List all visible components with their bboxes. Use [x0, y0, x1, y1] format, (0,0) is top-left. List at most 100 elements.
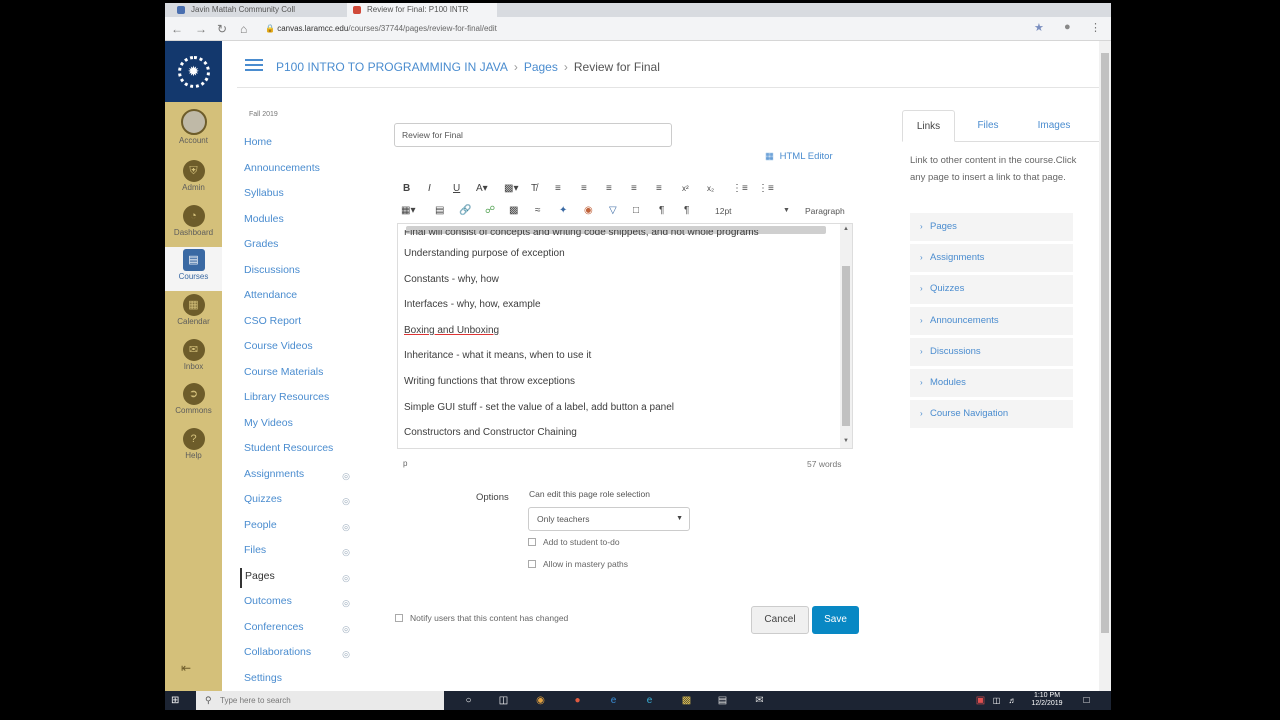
global-nav-commons[interactable]: ➲ Commons [165, 381, 222, 425]
lti-tool-icon[interactable]: ✦ [559, 203, 567, 219]
volume-icon[interactable]: ♬ [1005, 693, 1020, 708]
course-nav-item[interactable]: Conferences ◎ [240, 619, 360, 645]
url-field[interactable]: 🔒 canvas.laramcc.edu/courses/37744/pages… [265, 21, 1025, 37]
clear-formatting-icon[interactable]: T̸ [531, 181, 537, 197]
background-color-icon[interactable]: ▩▾ [504, 181, 518, 197]
notify-users-checkbox[interactable]: Notify users that this content has chang… [395, 613, 568, 623]
taskbar-clock[interactable]: 1:10 PM 12/2/2019 [1027, 692, 1067, 708]
ie-icon[interactable]: e [606, 693, 621, 708]
tray-app-icon[interactable]: ▣ [973, 693, 988, 708]
network-icon[interactable]: ◫ [989, 693, 1004, 708]
course-nav-item[interactable]: Modules [240, 211, 360, 237]
course-nav-item[interactable]: Course Videos [240, 338, 360, 364]
subscript-icon[interactable]: x₂ [707, 181, 714, 197]
breadcrumb-course[interactable]: P100 INTRO TO PROGRAMMING IN JAVA [276, 60, 508, 74]
course-nav-item[interactable]: Pages ◎ [240, 567, 360, 588]
course-nav-item[interactable]: Discussions [240, 262, 360, 288]
course-nav-item[interactable]: Announcements [240, 160, 360, 186]
course-nav-item[interactable]: CSO Report [240, 313, 360, 339]
windows-start-icon[interactable]: ⊞ [171, 695, 182, 706]
menu-dots-icon[interactable]: ⋮ [1090, 21, 1101, 34]
outdent-icon[interactable]: ≡ [631, 181, 637, 197]
global-nav-inbox[interactable]: ✉ Inbox [165, 337, 222, 381]
save-button[interactable]: Save [812, 606, 859, 634]
text-color-icon[interactable]: A▾ [476, 181, 488, 197]
indent-icon[interactable]: ≡ [656, 181, 662, 197]
page-scroll-thumb[interactable] [1101, 53, 1109, 633]
course-nav-item[interactable]: Files ◎ [240, 542, 360, 568]
numbered-list-icon[interactable]: ⋮≡ [758, 181, 774, 197]
task-view-icon[interactable]: ◫ [496, 693, 511, 708]
filter-icon[interactable]: ▽ [609, 203, 617, 219]
reload-icon[interactable]: ↻ [217, 21, 227, 37]
hamburger-menu-icon[interactable] [245, 59, 263, 73]
media-icon[interactable]: ▤ [435, 203, 444, 219]
align-right-icon[interactable]: ≡ [606, 181, 612, 197]
course-nav-item[interactable]: Student Resources [240, 440, 360, 466]
collapse-nav-icon[interactable]: ⇤ [181, 661, 191, 675]
chrome-icon[interactable]: ◉ [533, 693, 548, 708]
sidebar-link-group[interactable]: › Modules [910, 368, 1073, 398]
canvas-logo[interactable]: ✹ [165, 41, 222, 102]
notifications-icon[interactable]: □ [1079, 693, 1094, 708]
image-icon[interactable]: ▩ [509, 203, 518, 219]
course-nav-item[interactable]: Assignments ◎ [240, 466, 360, 492]
mastery-paths-checkbox[interactable]: Allow in mastery paths [528, 559, 628, 569]
scroll-down-icon[interactable]: ▼ [843, 438, 849, 444]
editor-scroll-thumb[interactable] [842, 266, 850, 426]
global-nav-account[interactable]: Account [165, 107, 222, 151]
element-path[interactable]: p [403, 459, 407, 468]
sidebar-link-group[interactable]: › Discussions [910, 337, 1073, 366]
course-nav-item[interactable]: My Videos [240, 415, 360, 441]
course-nav-item[interactable]: Library Resources [240, 389, 360, 415]
align-center-icon[interactable]: ≡ [581, 181, 587, 197]
page-title-input[interactable]: Review for Final [394, 123, 672, 147]
course-nav-item[interactable]: Course Materials [240, 364, 360, 390]
table-icon[interactable]: ▦▾ [401, 203, 415, 219]
link-icon[interactable]: 🔗 [459, 203, 471, 219]
paragraph-select[interactable]: Paragraph [805, 203, 845, 219]
bullet-list-icon[interactable]: ⋮≡ [732, 181, 748, 197]
browser-tab[interactable]: Javin Mattah Community Coll [171, 3, 341, 17]
scroll-up-icon[interactable]: ▲ [843, 226, 849, 232]
sidebar-link-group[interactable]: › Course Navigation [910, 400, 1073, 429]
global-nav-help[interactable]: ? Help [165, 426, 222, 470]
chevron-down-icon[interactable]: ▼ [783, 203, 790, 219]
equation-icon[interactable]: □ [633, 203, 639, 219]
sidebar-link-group[interactable]: › Quizzes [910, 275, 1073, 304]
mail-icon[interactable]: ✉ [752, 693, 767, 708]
sidebar-link-group[interactable]: › Assignments [910, 244, 1073, 273]
edge-icon[interactable]: e [642, 693, 657, 708]
page-scrollbar[interactable] [1099, 41, 1111, 691]
underline-icon[interactable]: U [453, 181, 460, 197]
taskbar-search[interactable]: ⚲ Type here to search [196, 691, 444, 710]
tab-files[interactable]: Files [958, 110, 1018, 142]
embed-icon[interactable]: ◉ [584, 203, 593, 219]
store-icon[interactable]: ▤ [715, 693, 730, 708]
course-nav-item[interactable]: People ◎ [240, 517, 360, 543]
edit-role-select[interactable]: Only teachers ▼ [528, 507, 690, 531]
folder-icon[interactable]: ▩ [679, 693, 694, 708]
cortana-icon[interactable]: ○ [461, 693, 476, 708]
breadcrumb-pages[interactable]: Pages [524, 60, 558, 74]
course-nav-item[interactable]: Attendance [240, 287, 360, 313]
course-nav-item[interactable]: Outcomes ◎ [240, 593, 360, 619]
course-nav-item[interactable]: Quizzes ◎ [240, 491, 360, 517]
font-size-select[interactable]: 12pt [715, 203, 732, 219]
rtl-icon[interactable]: ¶ [684, 203, 689, 219]
course-nav-item[interactable]: Collaborations ◎ [240, 644, 360, 670]
bookmark-star-icon[interactable]: ★ [1034, 21, 1044, 34]
global-nav-calendar[interactable]: ▦ Calendar [165, 292, 222, 336]
bold-icon[interactable]: B [403, 181, 410, 197]
html-editor-toggle[interactable]: ▦ HTML Editor [765, 151, 833, 162]
global-nav-dashboard[interactable]: ◔ Dashboard [165, 203, 222, 247]
sidebar-link-group[interactable]: › Pages [910, 213, 1073, 242]
cancel-button[interactable]: Cancel [751, 606, 809, 634]
add-to-todo-checkbox[interactable]: Add to student to-do [528, 537, 620, 547]
tab-links[interactable]: Links [902, 110, 955, 142]
app-icon[interactable]: ● [570, 693, 585, 708]
unlink-icon[interactable]: ☍ [485, 203, 495, 219]
profile-icon[interactable]: ● [1064, 21, 1071, 33]
superscript-icon[interactable]: x² [682, 181, 689, 197]
align-left-icon[interactable]: ≡ [555, 181, 561, 197]
